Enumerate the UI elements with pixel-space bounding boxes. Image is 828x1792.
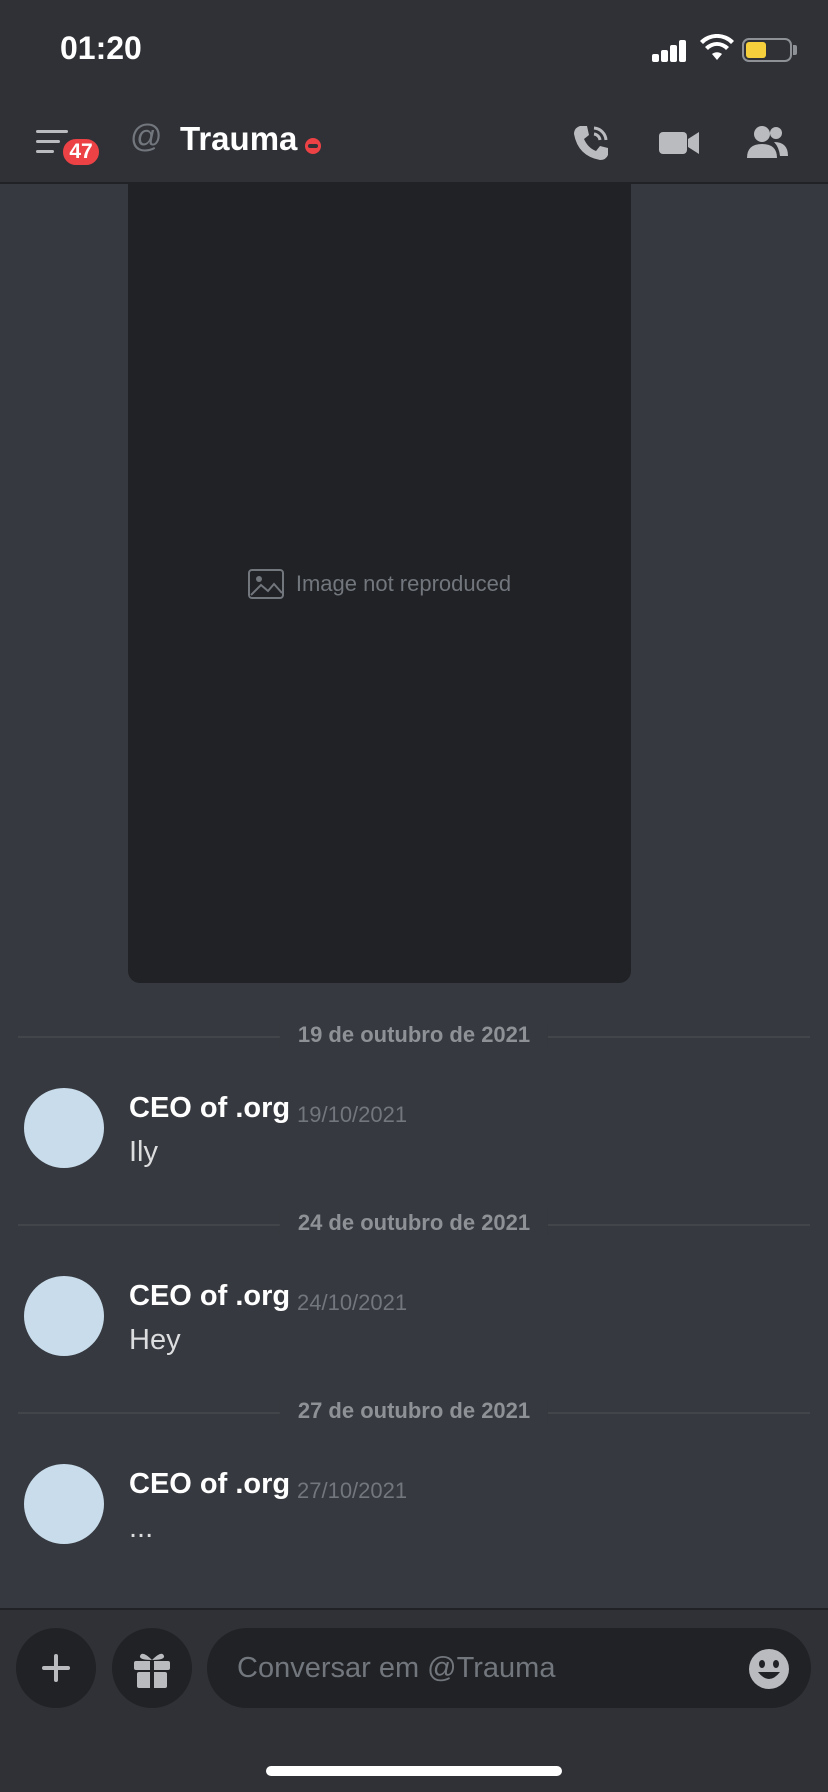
avatar[interactable] xyxy=(24,1464,104,1544)
members-icon[interactable] xyxy=(744,120,790,166)
timestamp: 24/10/2021 xyxy=(297,1290,408,1315)
status-bar: 01:20 xyxy=(0,0,828,100)
gift-icon xyxy=(134,1653,170,1689)
date-divider: 27 de outubro de 2021 xyxy=(18,1398,810,1424)
message: CEO of .org 24/10/2021 Hey xyxy=(0,1276,828,1386)
message-content: Hey xyxy=(129,1324,181,1356)
image-attachment[interactable]: Image not reproduced xyxy=(128,184,631,983)
notification-badge: 47 xyxy=(60,136,102,168)
do-not-disturb-status-icon xyxy=(305,138,321,154)
author-name[interactable]: CEO of .org xyxy=(129,1280,290,1313)
voice-call-icon[interactable] xyxy=(568,120,614,166)
gift-button[interactable] xyxy=(112,1628,192,1708)
timestamp: 27/10/2021 xyxy=(297,1478,408,1503)
author-name[interactable]: CEO of .org xyxy=(129,1468,290,1501)
emoji-icon[interactable] xyxy=(748,1648,790,1690)
image-placeholder: Image not reproduced xyxy=(128,184,631,983)
author-name[interactable]: CEO of .org xyxy=(129,1092,290,1125)
battery-icon xyxy=(742,38,792,62)
message: CEO of .org 19/10/2021 Ily xyxy=(0,1088,828,1198)
video-call-icon[interactable] xyxy=(656,120,702,166)
message-composer xyxy=(0,1608,828,1792)
channel-name[interactable]: Trauma xyxy=(180,120,297,158)
message-content: ... xyxy=(129,1512,154,1544)
image-icon xyxy=(247,568,284,599)
at-sign-icon: @ xyxy=(130,118,163,154)
status-time: 01:20 xyxy=(60,30,142,66)
home-indicator xyxy=(266,1766,562,1776)
cellular-signal-icon xyxy=(652,40,688,62)
wifi-icon xyxy=(700,34,734,60)
timestamp: 19/10/2021 xyxy=(297,1102,408,1127)
message: CEO of .org 27/10/2021 ... xyxy=(0,1464,828,1574)
message-content: Ily xyxy=(129,1136,158,1168)
message-input[interactable] xyxy=(207,1628,811,1708)
date-divider: 24 de outubro de 2021 xyxy=(18,1210,810,1236)
plus-icon xyxy=(42,1654,70,1682)
add-attachment-button[interactable] xyxy=(16,1628,96,1708)
date-divider: 19 de outubro de 2021 xyxy=(18,1022,810,1048)
channel-header: 47 @ Trauma xyxy=(0,100,828,184)
avatar[interactable] xyxy=(24,1088,104,1168)
menu-button[interactable]: 47 xyxy=(34,126,102,170)
avatar[interactable] xyxy=(24,1276,104,1356)
